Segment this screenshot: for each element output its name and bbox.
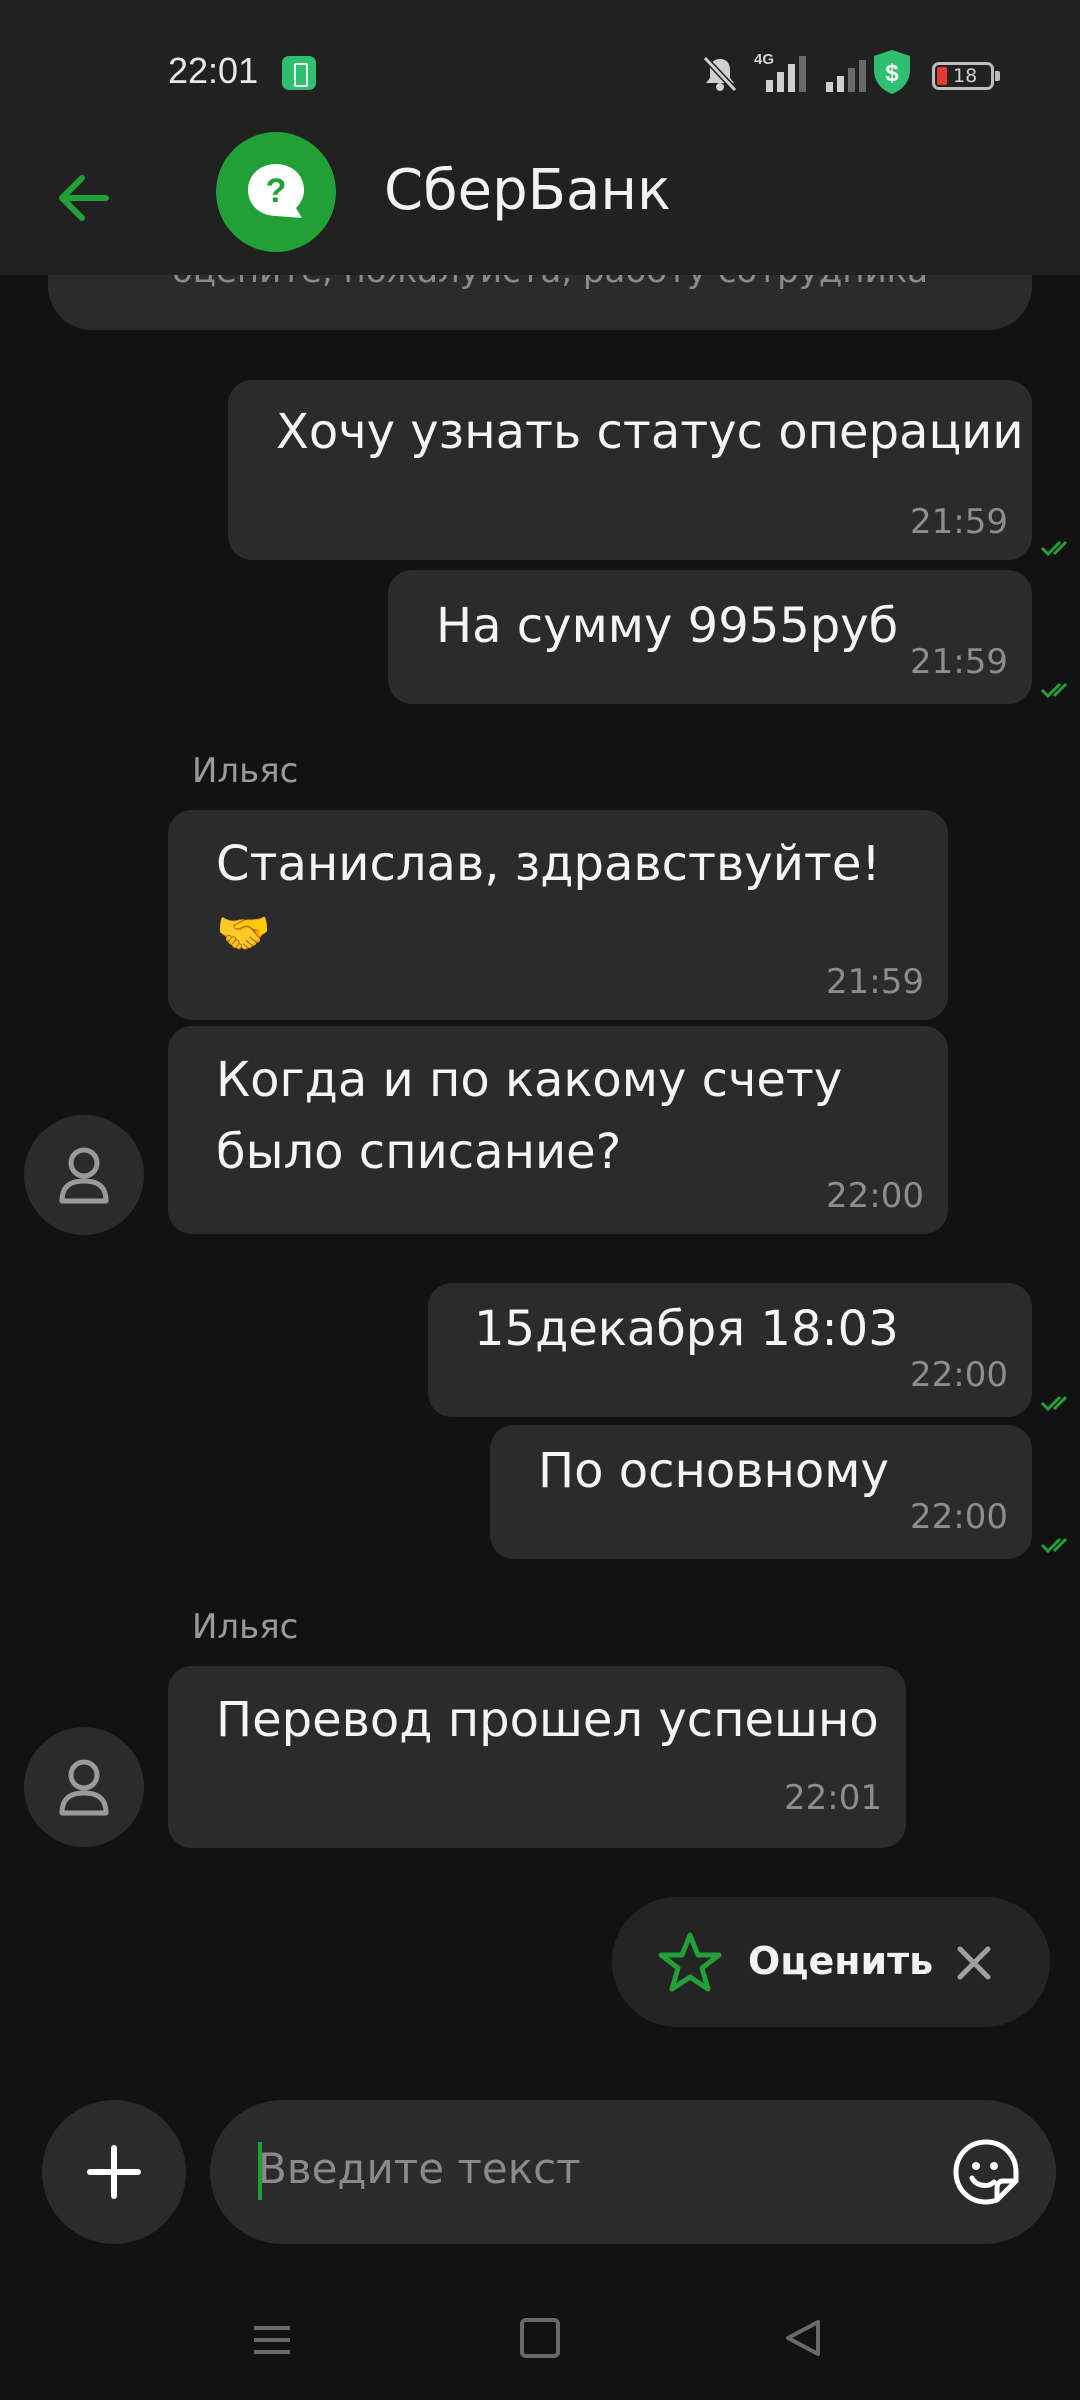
user-icon [59, 1759, 109, 1816]
message-bubble[interactable]: 15декабря 18:03 22:00 [428, 1283, 1032, 1417]
read-check-icon [1040, 1395, 1068, 1412]
avatar[interactable] [24, 1115, 144, 1235]
svg-text:$: $ [885, 60, 899, 87]
avatar[interactable]: ? [216, 132, 336, 252]
message-text: оцените, пожалуйста, работу сотрудника [172, 275, 928, 291]
status-time: 22:01 [168, 50, 259, 91]
message-bubble: оцените, пожалуйста, работу сотрудника [48, 275, 1032, 330]
message-time: 22:01 [784, 1778, 882, 1818]
close-icon[interactable] [954, 1943, 994, 1983]
system-nav-bar [0, 2290, 1080, 2400]
message-input[interactable]: Введите текст [210, 2100, 1056, 2244]
message-time: 22:00 [826, 1176, 924, 1216]
help-icon: ? [248, 164, 304, 218]
message-bubble[interactable]: Перевод прошел успешно 22:01 [168, 1666, 906, 1848]
svg-text:?: ? [266, 172, 287, 210]
battery-saver-icon [282, 56, 316, 90]
home-icon[interactable] [520, 2318, 560, 2358]
message-time: 22:00 [910, 1497, 1008, 1537]
message-bubble[interactable]: Хочу узнать статус операции 21:59 [228, 380, 1032, 560]
input-placeholder: Введите текст [258, 2144, 581, 2193]
message-bubble[interactable]: Станислав, здравствуйте! 🤝 21:59 [168, 810, 948, 1020]
message-text: По основному [538, 1443, 889, 1499]
user-icon [59, 1147, 109, 1204]
message-text: 15декабря 18:03 [474, 1301, 899, 1357]
message-emoji: 🤝 [216, 908, 271, 959]
message-time: 21:59 [910, 642, 1008, 682]
chat-area: оцените, пожалуйста, работу сотрудника Х… [0, 275, 1080, 2055]
message-text: На сумму 9955руб [436, 598, 899, 654]
back-arrow-icon[interactable] [52, 166, 116, 230]
mute-icon [702, 55, 738, 93]
shield-icon: $ [874, 50, 910, 94]
chat-header: ? СберБанк [0, 132, 1080, 275]
message-text: Когда и по какому счету [216, 1052, 843, 1108]
sender-name: Ильяс [192, 1607, 299, 1647]
message-text: Хочу узнать статус операции [276, 404, 1024, 460]
read-check-icon [1040, 682, 1068, 699]
message-text: Перевод прошел успешно [216, 1692, 879, 1748]
status-bar: 22:01 4G $ 18 [0, 0, 1080, 140]
rate-chip[interactable]: Оценить [612, 1897, 1050, 2027]
sticker-icon[interactable] [950, 2136, 1022, 2208]
menu-icon[interactable] [250, 2318, 294, 2362]
sender-name: Ильяс [192, 751, 299, 791]
message-text: было списание? [216, 1124, 622, 1180]
message-text: Станислав, здравствуйте! [216, 836, 881, 892]
signal-icon: 4G [754, 51, 806, 92]
read-check-icon [1040, 1537, 1068, 1554]
battery-icon: 18 [932, 62, 1000, 90]
avatar[interactable] [24, 1727, 144, 1847]
message-bubble[interactable]: На сумму 9955руб 21:59 [388, 570, 1032, 704]
back-icon[interactable] [782, 2316, 826, 2360]
page-title: СберБанк [384, 158, 671, 223]
message-time: 22:00 [910, 1355, 1008, 1395]
message-time: 21:59 [910, 502, 1008, 542]
message-time: 21:59 [826, 962, 924, 1002]
attach-button[interactable] [42, 2100, 186, 2244]
svg-text:4G: 4G [754, 51, 774, 68]
message-bubble[interactable]: Когда и по какому счету было списание? 2… [168, 1026, 948, 1234]
plus-icon [87, 2145, 141, 2199]
message-bubble[interactable]: По основному 22:00 [490, 1425, 1032, 1559]
read-check-icon [1040, 540, 1068, 557]
star-icon[interactable] [658, 1931, 722, 1995]
rate-button-label[interactable]: Оценить [748, 1939, 933, 1983]
